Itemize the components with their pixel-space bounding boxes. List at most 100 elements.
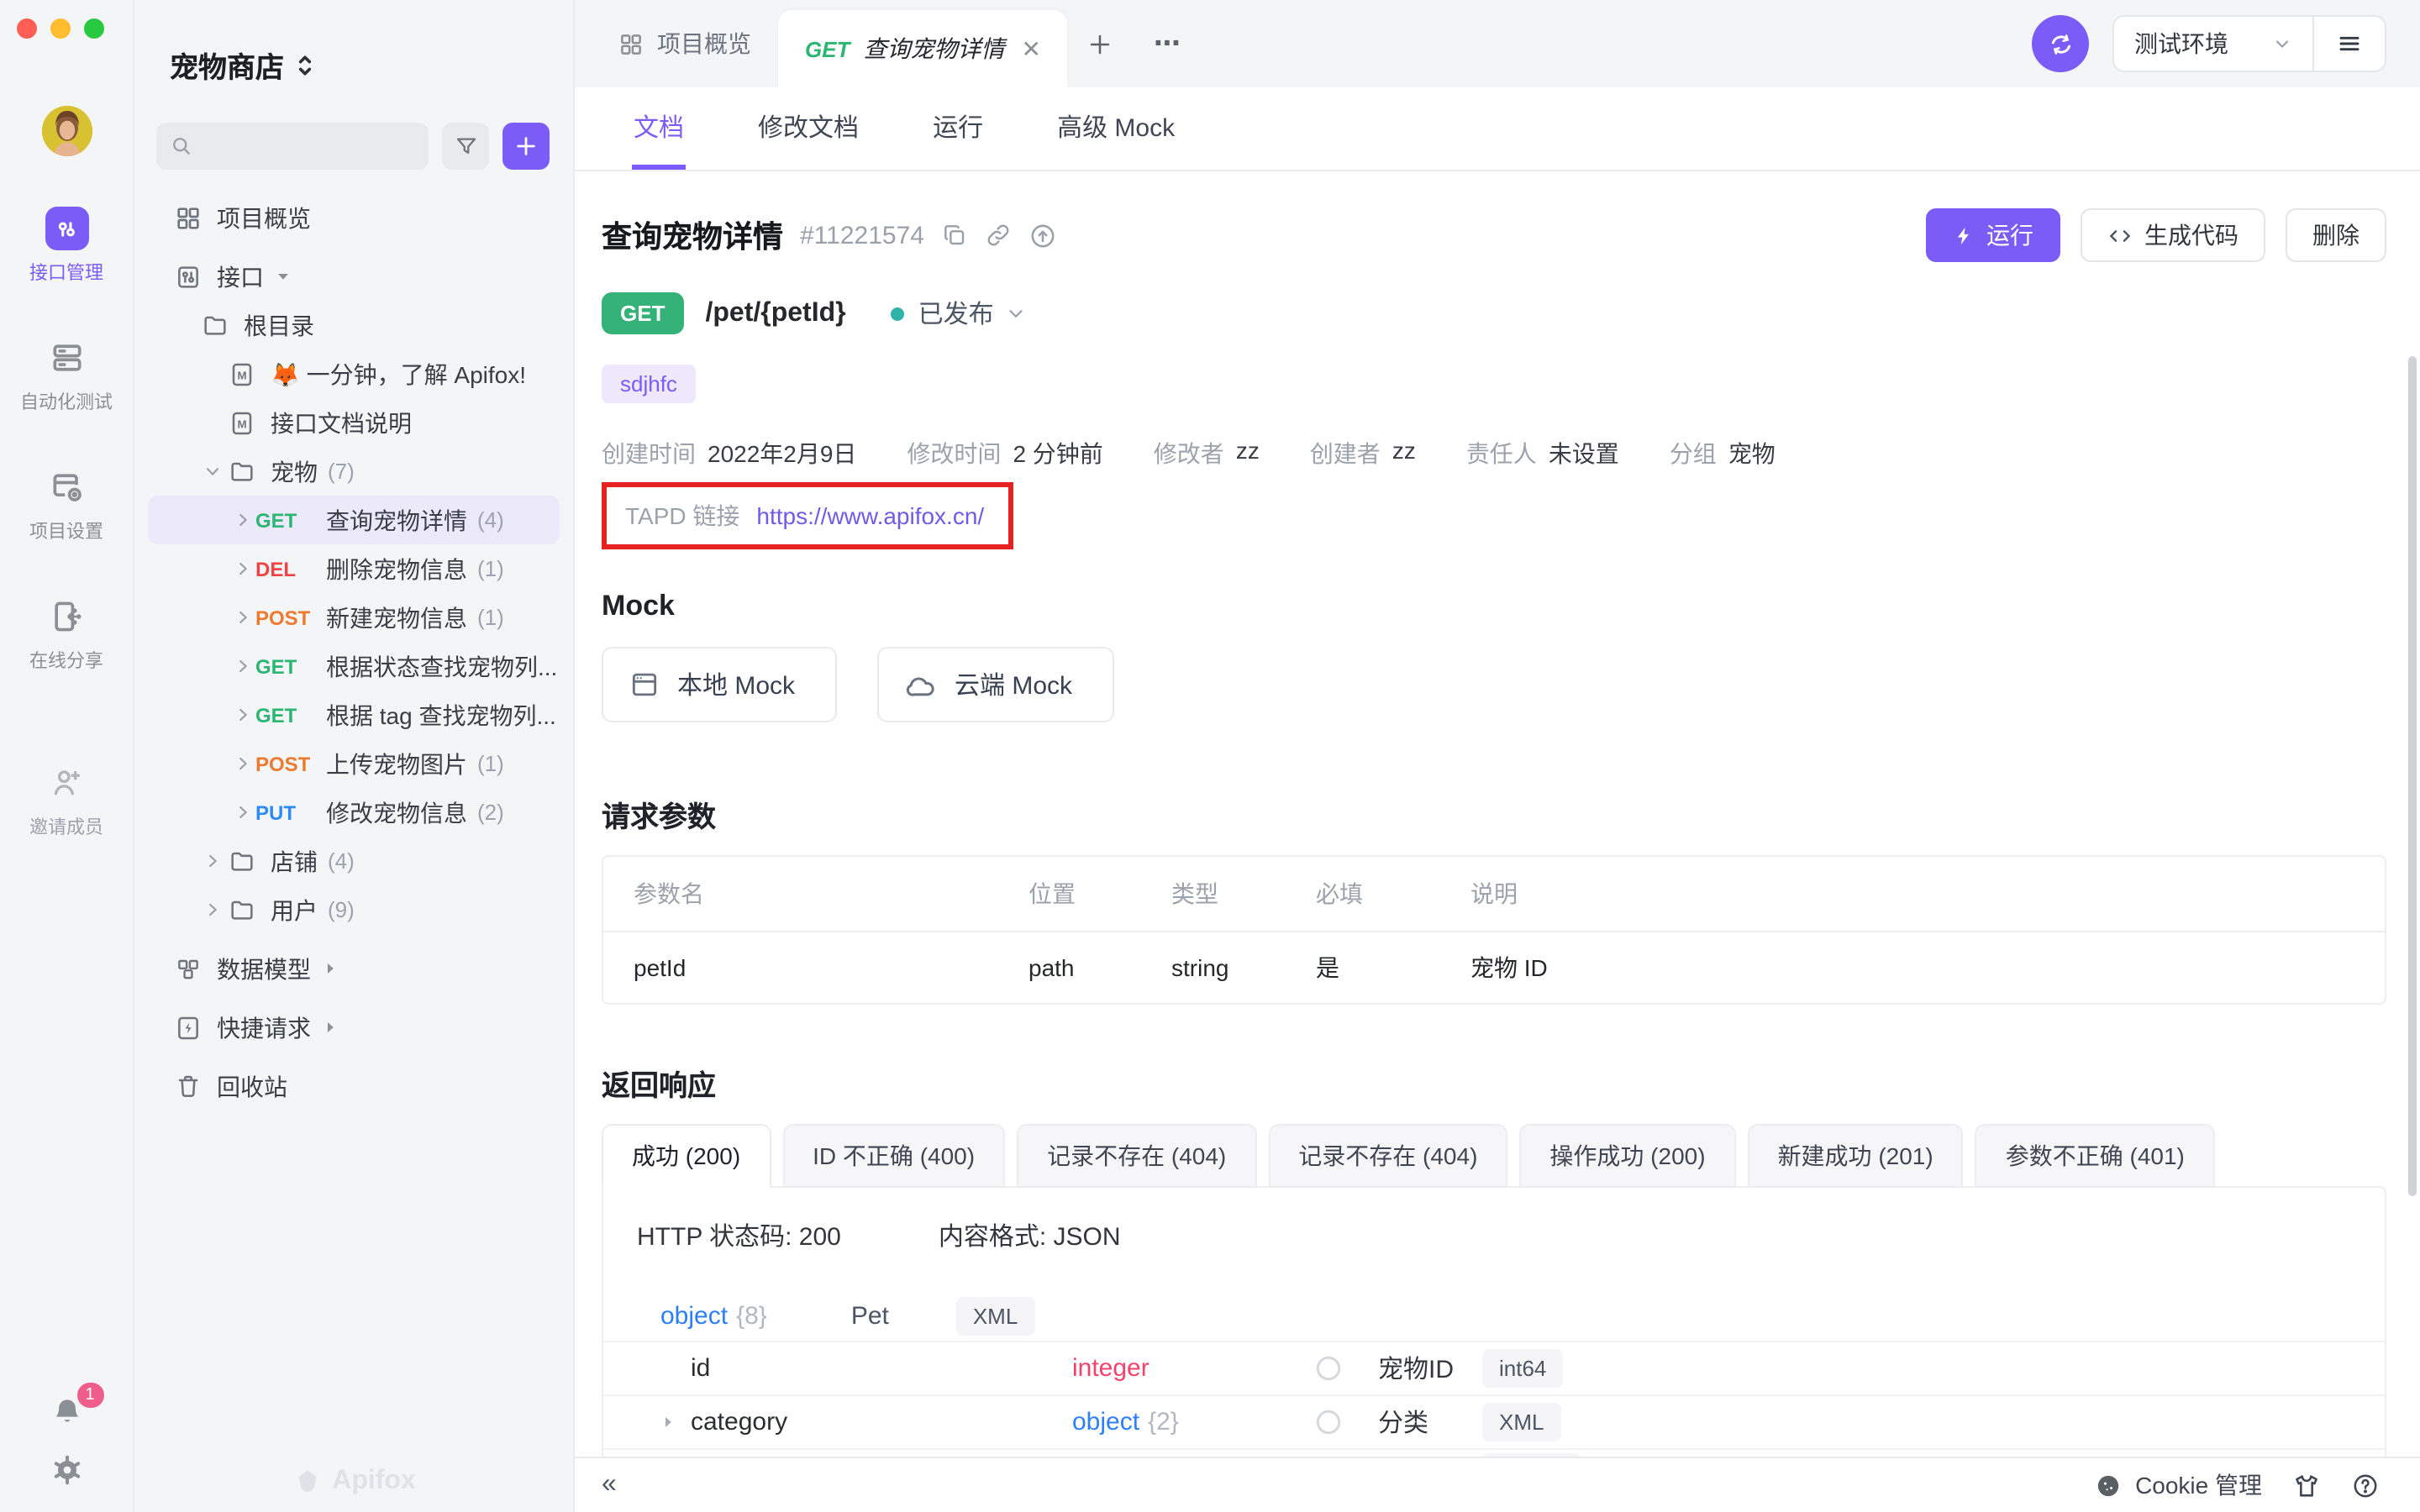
response-tab[interactable]: 参数不正确 (401) bbox=[1975, 1124, 2215, 1188]
response-tab[interactable]: 成功 (200) bbox=[602, 1124, 771, 1188]
tree-item-用户[interactable]: 用户(9) bbox=[148, 885, 560, 934]
more-tabs-button[interactable]: ⋯ bbox=[1134, 27, 1204, 60]
expand-caret-icon[interactable] bbox=[660, 1413, 691, 1431]
response-tab[interactable]: 记录不存在 (404) bbox=[1268, 1124, 1507, 1188]
user-avatar[interactable] bbox=[41, 106, 92, 156]
tree-caret-icon[interactable] bbox=[229, 706, 255, 724]
tree-item-put-修改宠物信息[interactable]: PUT修改宠物信息(2) bbox=[148, 788, 560, 837]
search-input[interactable] bbox=[156, 123, 429, 170]
trash-icon bbox=[171, 1073, 205, 1100]
tree-item-项目概览[interactable]: 项目概览 bbox=[148, 193, 560, 242]
tree-caret-icon[interactable] bbox=[229, 803, 255, 822]
status-chevron-icon[interactable] bbox=[1006, 302, 1028, 324]
copy-id-icon[interactable] bbox=[941, 222, 968, 249]
environment-selector[interactable]: 测试环境 bbox=[2114, 27, 2312, 60]
maximize-window-button[interactable] bbox=[84, 18, 104, 39]
api-tag[interactable]: sdjhfc bbox=[602, 365, 696, 403]
close-window-button[interactable] bbox=[17, 18, 37, 39]
tab-project-overview[interactable]: 项目概览 bbox=[592, 27, 778, 60]
mock-heading: Mock bbox=[602, 590, 2386, 623]
tree-item-回收站[interactable]: 回收站 bbox=[148, 1062, 560, 1110]
cookie-manager-button[interactable]: Cookie 管理 bbox=[2093, 1468, 2262, 1502]
lightning-icon bbox=[1953, 224, 1975, 246]
share-icon[interactable] bbox=[1028, 221, 1057, 249]
caret-right-icon[interactable] bbox=[323, 1020, 338, 1035]
schema-root-count: {8} bbox=[736, 1301, 767, 1330]
response-tab[interactable]: ID 不正确 (400) bbox=[782, 1124, 1005, 1188]
tree-item-post-上传宠物图片[interactable]: POST上传宠物图片(1) bbox=[148, 739, 560, 788]
generate-code-button[interactable]: 生成代码 bbox=[2081, 208, 2265, 262]
response-tab[interactable]: 操作成功 (200) bbox=[1519, 1124, 1735, 1188]
caret-right-icon[interactable] bbox=[323, 961, 338, 976]
collapse-sidebar-button[interactable]: « bbox=[602, 1470, 617, 1500]
add-button[interactable] bbox=[502, 123, 550, 170]
tree-caret-icon[interactable] bbox=[229, 559, 255, 578]
rail-item-api-management[interactable]: 接口管理 bbox=[29, 207, 103, 286]
delete-button[interactable]: 删除 bbox=[2286, 208, 2386, 262]
chevron-down-icon[interactable] bbox=[276, 269, 291, 284]
notifications-button[interactable]: 1 bbox=[48, 1394, 85, 1431]
cloud-mock-button[interactable]: 云端 Mock bbox=[877, 647, 1114, 722]
schema-field-row[interactable]: categoryobject{2}分类XML bbox=[603, 1394, 2385, 1448]
tree-item-count: (9) bbox=[328, 897, 355, 922]
doc-nav-tab[interactable]: 修改文档 bbox=[756, 87, 860, 170]
tab-api-detail[interactable]: GET 查询宠物详情 ✕ bbox=[778, 10, 1068, 87]
run-button[interactable]: 运行 bbox=[1926, 208, 2060, 262]
local-mock-button[interactable]: 本地 Mock bbox=[602, 647, 837, 722]
tree-item-get-根据-tag-查找宠物列-[interactable]: GET根据 tag 查找宠物列... bbox=[148, 690, 560, 739]
tree-caret-icon[interactable] bbox=[229, 657, 255, 675]
tree-caret-icon[interactable] bbox=[229, 754, 255, 773]
copy-link-icon[interactable] bbox=[985, 222, 1012, 249]
doc-nav-tab[interactable]: 文档 bbox=[632, 87, 686, 170]
vertical-scrollbar[interactable] bbox=[2408, 356, 2417, 1196]
tree-item-数据模型[interactable]: 数据模型 bbox=[148, 944, 560, 993]
doc-nav-tab[interactable]: 运行 bbox=[931, 87, 985, 170]
tree-item-del-删除宠物信息[interactable]: DEL删除宠物信息(1) bbox=[148, 544, 560, 593]
schema-field-row[interactable]: idinteger宠物IDint64 bbox=[603, 1341, 2385, 1394]
meta-label: 分组 bbox=[1670, 437, 1717, 470]
response-tab[interactable]: 新建成功 (201) bbox=[1748, 1124, 1964, 1188]
project-switcher[interactable]: 宠物商店 bbox=[134, 0, 573, 86]
store-button[interactable] bbox=[2292, 1471, 2321, 1499]
minimize-window-button[interactable] bbox=[50, 18, 71, 39]
invite-member-button[interactable]: 邀请成员 bbox=[29, 761, 103, 840]
tree-caret-icon[interactable] bbox=[198, 852, 225, 870]
help-button[interactable] bbox=[2351, 1471, 2380, 1499]
tree-caret-icon[interactable] bbox=[229, 511, 255, 529]
tree-item-get-根据状态查找宠物列-[interactable]: GET根据状态查找宠物列... bbox=[148, 642, 560, 690]
response-tab[interactable]: 记录不存在 (404) bbox=[1017, 1124, 1256, 1188]
schema-root-row[interactable]: object {8} Pet XML bbox=[603, 1290, 2385, 1341]
tshirt-icon bbox=[2292, 1471, 2321, 1499]
tree-item-label: 数据模型 bbox=[217, 952, 311, 985]
environment-menu-button[interactable] bbox=[2314, 17, 2385, 71]
tree-caret-icon[interactable] bbox=[229, 608, 255, 627]
method-label: POST bbox=[255, 752, 326, 775]
tree-caret-icon[interactable] bbox=[198, 900, 225, 919]
tree-item-接口[interactable]: 接口 bbox=[148, 252, 560, 301]
settings-button[interactable] bbox=[48, 1452, 85, 1488]
method-label: GET bbox=[255, 508, 326, 532]
tree-item-店铺[interactable]: 店铺(4) bbox=[148, 837, 560, 885]
tree-item-post-新建宠物信息[interactable]: POST新建宠物信息(1) bbox=[148, 593, 560, 642]
rail-item-automated-testing[interactable]: 自动化测试 bbox=[20, 336, 113, 415]
tree-item-接口文档说明[interactable]: M接口文档说明 bbox=[148, 398, 560, 447]
tree-item-get-查询宠物详情[interactable]: GET查询宠物详情(4) bbox=[148, 496, 560, 544]
sync-button[interactable] bbox=[2032, 15, 2089, 72]
tree-item-根目录[interactable]: 根目录 bbox=[148, 301, 560, 349]
tree-item-宠物[interactable]: 宠物(7) bbox=[148, 447, 560, 496]
doc-nav-tab[interactable]: 高级 Mock bbox=[1055, 87, 1176, 170]
rail-item-online-share[interactable]: 在线分享 bbox=[29, 595, 103, 674]
rail-item-project-settings[interactable]: 项目设置 bbox=[29, 465, 103, 544]
generate-code-label: 生成代码 bbox=[2144, 218, 2238, 252]
filter-button[interactable] bbox=[442, 123, 489, 170]
tree-caret-icon[interactable] bbox=[198, 462, 225, 480]
request-params-heading: 请求参数 bbox=[602, 793, 2386, 835]
close-tab-icon[interactable]: ✕ bbox=[1021, 34, 1040, 63]
tree-item--一分钟-了解-Apifox-[interactable]: M🦊 一分钟，了解 Apifox! bbox=[148, 349, 560, 398]
tree-item-快捷请求[interactable]: 快捷请求 bbox=[148, 1003, 560, 1052]
code-icon bbox=[2107, 223, 2133, 248]
params-header-cell: 类型 bbox=[1171, 877, 1316, 911]
tapd-link[interactable]: https://www.apifox.cn/ bbox=[756, 502, 984, 529]
sidebar: 宠物商店 项目概览接口根目录M🦊 一分钟，了解 Ap bbox=[134, 0, 575, 1512]
new-tab-button[interactable] bbox=[1068, 31, 1134, 56]
